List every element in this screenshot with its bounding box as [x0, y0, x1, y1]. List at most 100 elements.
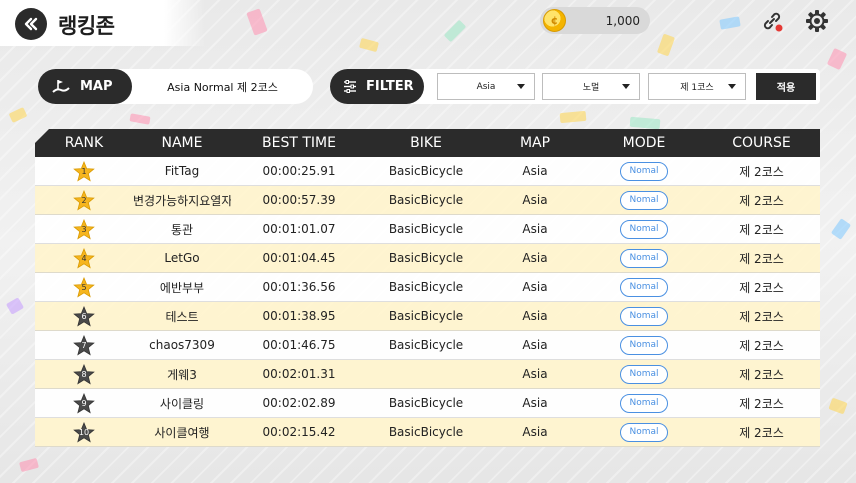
mode-badge: Nomal — [620, 364, 668, 384]
course-name: 제 2코스 — [739, 193, 784, 208]
best-time: 00:01:46.75 — [262, 338, 336, 352]
link-icon — [763, 12, 783, 32]
column-header-map: MAP — [519, 135, 551, 151]
gear-icon — [806, 10, 828, 32]
rank-number: 2 — [81, 196, 87, 205]
gold-star-icon: 2 — [73, 190, 95, 212]
mode-badge: Nomal — [620, 335, 668, 355]
mode-badge: Nomal — [620, 306, 668, 326]
course-name: 제 2코스 — [739, 309, 784, 324]
rank-number: 7 — [81, 341, 87, 350]
map-name: Asia — [522, 280, 548, 294]
bike-name: BasicBicycle — [388, 338, 464, 352]
player-name: 에반부부 — [159, 280, 205, 295]
link-button[interactable] — [759, 8, 785, 34]
mode-cell: Nomal — [585, 335, 703, 355]
best-time: 00:02:01.31 — [262, 367, 336, 381]
gold-star-icon: 5 — [73, 277, 95, 299]
ranking-table: RANK NAME BEST TIME BIKE MAP MODE COURSE… — [35, 129, 820, 447]
back-button[interactable] — [15, 8, 47, 40]
chevron-down-icon — [622, 84, 630, 89]
course-name: 제 2코스 — [739, 338, 784, 353]
mode-select[interactable]: 노멀 — [542, 73, 640, 100]
mode-cell: Nomal — [585, 161, 703, 181]
map-button[interactable]: MAP — [38, 69, 132, 104]
rank-number: 6 — [81, 312, 87, 321]
grey-star-icon: 8 — [73, 364, 95, 386]
rank-number: 5 — [81, 283, 87, 292]
page-title: 랭킹존 — [58, 14, 115, 38]
table-row[interactable]: 9 사이클링 00:02:02.89 BasicBicycle Asia Nomal 제 2… — [35, 389, 820, 418]
grey-star-icon: 6 — [73, 306, 95, 328]
coin-amount: 1,000 — [605, 13, 640, 28]
rank-number: 1 — [81, 167, 87, 176]
player-name: 테스트 — [165, 309, 199, 324]
map-name: Asia — [522, 193, 548, 207]
table-row[interactable]: 5 에반부부 00:01:36.56 BasicBicycle Asia Nomal 제 2… — [35, 273, 820, 302]
table-row[interactable]: 10 사이클여행 00:02:15.42 BasicBicycle Asia Nomal 제… — [35, 418, 820, 447]
bike-name: BasicBicycle — [388, 164, 464, 178]
table-row[interactable]: 1 FitTag 00:00:25.91 BasicBicycle Asia Nomal 제… — [35, 157, 820, 186]
player-name: chaos7309 — [149, 338, 215, 352]
map-button-label: MAP — [80, 79, 113, 94]
grey-star-icon: 7 — [73, 335, 95, 357]
table-row[interactable]: 8 게웨3 00:02:01.31 Asia Nomal 제 2코스 — [35, 360, 820, 389]
map-name: Asia — [522, 396, 548, 410]
course-select[interactable]: 제 1코스 — [648, 73, 746, 100]
best-time: 00:02:02.89 — [262, 396, 336, 410]
coin-balance: ¢ 1,000 — [540, 7, 650, 34]
mode-badge: Nomal — [620, 219, 668, 239]
mode-cell: Nomal — [585, 190, 703, 210]
mode-select-value: 노멀 — [582, 83, 600, 93]
map-name: Asia — [522, 338, 548, 352]
mode-badge: Nomal — [620, 393, 668, 413]
bike-name: BasicBicycle — [388, 309, 464, 323]
column-header-mode: MODE — [622, 135, 666, 151]
map-name: Asia — [522, 309, 548, 323]
course-name: 제 2코스 — [739, 396, 784, 411]
bike-name: BasicBicycle — [388, 280, 464, 294]
mode-badge: Nomal — [620, 422, 668, 442]
rank-cell: 5 — [35, 273, 133, 301]
settings-button[interactable] — [804, 8, 830, 34]
table-header: RANK NAME BEST TIME BIKE MAP MODE COURSE — [35, 129, 820, 157]
grey-star-icon: 10 — [73, 422, 95, 444]
region-select-value: Asia — [476, 81, 496, 92]
coin-icon: ¢ — [543, 9, 566, 32]
best-time: 00:01:38.95 — [262, 309, 336, 323]
mode-cell: Nomal — [585, 422, 703, 442]
gold-star-icon: 3 — [73, 219, 95, 241]
rank-cell: 8 — [35, 360, 133, 388]
rank-cell: 9 — [35, 389, 133, 417]
column-header-rank: RANK — [64, 135, 104, 151]
course-select-value: 제 1코스 — [680, 83, 714, 93]
region-select[interactable]: Asia — [437, 73, 535, 100]
sliders-icon — [344, 80, 356, 93]
best-time: 00:01:36.56 — [262, 280, 336, 294]
mode-cell: Nomal — [585, 306, 703, 326]
course-name: 제 2코스 — [739, 222, 784, 237]
table-row[interactable]: 7 chaos7309 00:01:46.75 BasicBicycle Asia Nom… — [35, 331, 820, 360]
double-chevron-left-icon — [24, 17, 38, 31]
player-name: 사이클여행 — [154, 425, 210, 440]
rank-cell: 10 — [35, 418, 133, 446]
mode-badge: Nomal — [620, 190, 668, 210]
mode-badge: Nomal — [620, 277, 668, 297]
best-time: 00:00:25.91 — [262, 164, 336, 178]
flag-icon — [52, 80, 70, 93]
filter-button[interactable]: FILTER — [330, 69, 424, 104]
player-name: 변경가능하지요열자리 — [133, 193, 231, 208]
best-time: 00:01:01.07 — [262, 222, 336, 236]
table-row[interactable]: 6 테스트 00:01:38.95 BasicBicycle Asia Nomal 제 2코… — [35, 302, 820, 331]
course-name: 제 2코스 — [739, 367, 784, 382]
mode-cell: Nomal — [585, 277, 703, 297]
map-name: Asia — [522, 164, 548, 178]
table-row[interactable]: 2 변경가능하지요열자리 00:00:57.39 BasicBicycle Asia No… — [35, 186, 820, 215]
bike-name: BasicBicycle — [388, 193, 464, 207]
table-row[interactable]: 3 통관 00:01:01.07 BasicBicycle Asia Nomal 제 2코스 — [35, 215, 820, 244]
rank-cell: 2 — [35, 186, 133, 214]
mode-cell: Nomal — [585, 248, 703, 268]
table-row[interactable]: 4 LetGo 00:01:04.45 BasicBicycle Asia Nomal 제 … — [35, 244, 820, 273]
apply-button[interactable]: 적용 — [756, 73, 816, 100]
gold-star-icon: 1 — [73, 161, 95, 183]
